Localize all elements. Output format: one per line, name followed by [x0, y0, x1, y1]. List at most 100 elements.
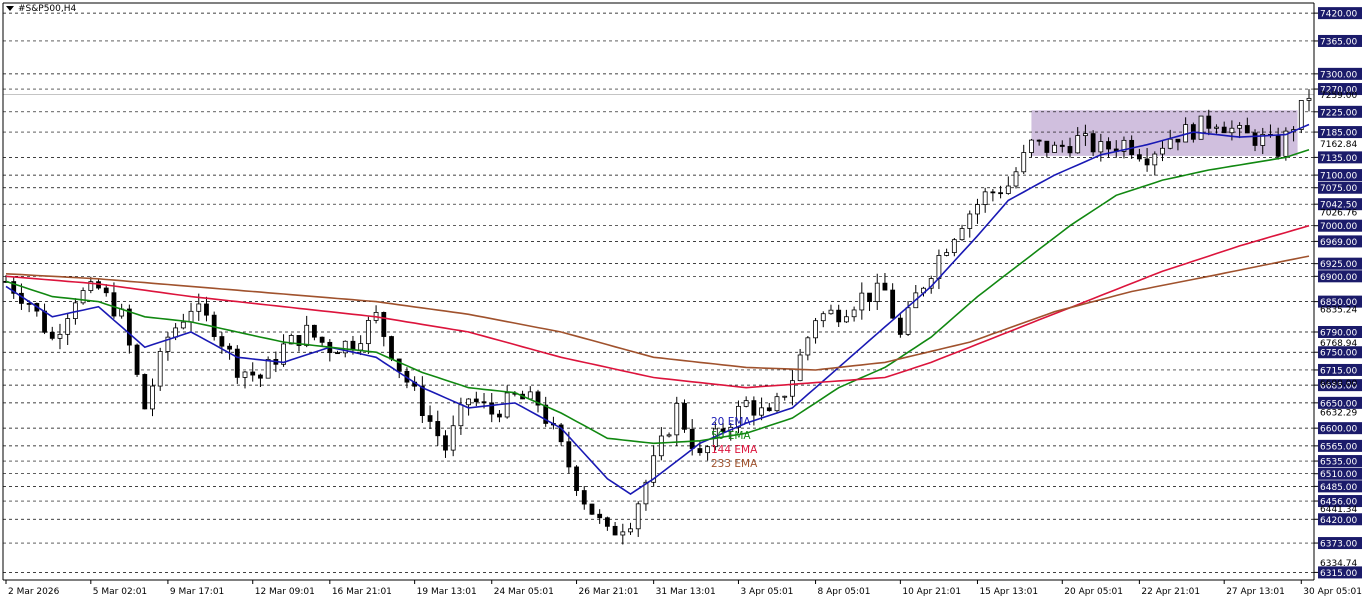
price-tag-label: 6715.00	[1320, 366, 1357, 376]
candle-body	[1052, 144, 1057, 153]
legend-entry: 233 EMA	[711, 458, 758, 470]
candle-body	[466, 398, 472, 406]
candle-body	[574, 466, 579, 491]
candle-body	[867, 292, 872, 303]
time-tick-label: 12 Mar 09:01	[255, 587, 315, 597]
candle-body	[1298, 100, 1304, 130]
candle-body	[26, 303, 32, 305]
candle-body	[1090, 133, 1096, 153]
candle-body	[597, 513, 603, 519]
candle-body	[319, 336, 325, 343]
candle-body	[967, 213, 973, 229]
chart-window: #S&P500,H4 20 EMA 50 EMA 144 EMA 233 EMA 742…	[0, 0, 1362, 603]
candle-body	[990, 191, 996, 194]
candle-body	[998, 192, 1003, 195]
candle-body	[604, 517, 610, 527]
candle-body	[859, 292, 865, 311]
candle-body	[234, 348, 240, 378]
price-tag-label: 7365.00	[1320, 37, 1357, 47]
price-tag-label: 6373.00	[1320, 540, 1357, 550]
price-tag-label: 6420.00	[1320, 516, 1357, 526]
candle-body	[527, 391, 533, 400]
candle-body	[628, 528, 633, 533]
candle-body	[1036, 139, 1042, 142]
price-tag-label: 7185.00	[1320, 129, 1357, 139]
candle-body	[1136, 154, 1142, 160]
time-tick-label: 15 Apr 13:01	[979, 587, 1038, 597]
ema-line-233-ema	[5, 255, 1310, 371]
candle-body	[365, 320, 371, 345]
candle-body	[250, 371, 256, 376]
candle-body	[111, 292, 117, 317]
price-tag-label: 7300.00	[1320, 70, 1357, 80]
candle-body	[682, 402, 687, 430]
candle-body	[1237, 125, 1243, 129]
candle-body	[242, 371, 248, 378]
candle-body	[419, 385, 425, 417]
candle-body	[612, 525, 618, 536]
candle-body	[381, 312, 387, 337]
time-tick-label: 20 Apr 05:01	[1064, 587, 1123, 597]
candle-body	[65, 318, 71, 335]
candle-body	[635, 503, 641, 530]
candle-body	[450, 425, 456, 451]
candle-body	[1221, 126, 1227, 134]
candle-body	[389, 336, 394, 360]
candle-body	[774, 396, 780, 412]
candle-body	[157, 351, 163, 387]
candle-body	[936, 255, 942, 279]
time-tick-label: 2 Mar 2026	[8, 587, 60, 597]
ema-line-20-ema	[5, 123, 1310, 495]
price-readout-label: 6768.94	[1320, 339, 1357, 349]
candle-body	[1075, 135, 1081, 154]
candle-body	[982, 191, 988, 205]
candle-body	[1059, 144, 1065, 147]
candle-body	[797, 354, 803, 382]
candle-body	[42, 310, 47, 333]
price-readout-label: 6334.74	[1320, 559, 1357, 569]
price-chart[interactable]: 20 EMA 50 EMA 144 EMA 233 EMA 7420.00 7365.00…	[0, 0, 1362, 603]
candle-body	[312, 324, 317, 338]
candle-body	[1306, 97, 1312, 101]
candle-body	[743, 400, 749, 407]
candle-body	[1067, 146, 1073, 154]
candle-body	[142, 374, 148, 410]
price-tag-label: 6900.00	[1320, 273, 1357, 283]
candle-body	[1229, 127, 1235, 134]
candle-body	[975, 204, 980, 215]
time-tick-label: 9 Mar 17:01	[170, 587, 224, 597]
candle-body	[134, 344, 140, 375]
legend-entry: 144 EMA	[711, 444, 758, 456]
price-tag-label: 6510.00	[1320, 470, 1357, 480]
candle-body	[1098, 141, 1104, 153]
candle-body	[944, 252, 950, 256]
candle-body	[196, 303, 202, 312]
price-tag-label: 7135.00	[1320, 154, 1357, 164]
price-readout-label: 7162.84	[1320, 140, 1357, 150]
time-tick-label: 3 Apr 05:01	[740, 587, 793, 597]
candle-body	[504, 392, 510, 418]
candle-body	[265, 358, 271, 379]
candle-body	[666, 434, 672, 437]
candle-body	[1275, 134, 1281, 157]
candle-body	[1005, 185, 1011, 194]
price-tag-label: 6565.00	[1320, 442, 1357, 452]
candle-body	[851, 309, 857, 318]
legend-entry: 50 EMA	[711, 430, 751, 442]
price-tag-label: 6600.00	[1320, 425, 1357, 435]
candle-body	[805, 337, 811, 356]
time-tick-label: 22 Apr 21:01	[1141, 587, 1200, 597]
candle-body	[335, 352, 340, 355]
candle-body	[1083, 133, 1088, 136]
candle-body	[759, 407, 764, 416]
candle-body	[126, 308, 132, 346]
candle-body	[1106, 141, 1111, 150]
candle-body	[959, 228, 965, 241]
candle-body	[905, 307, 911, 335]
time-tick-label: 31 Mar 13:01	[656, 587, 716, 597]
price-tag-label: 6750.00	[1320, 349, 1357, 359]
candle-body	[581, 490, 587, 505]
candle-body	[620, 531, 626, 536]
candle-body	[350, 340, 356, 351]
candle-body	[188, 310, 194, 323]
